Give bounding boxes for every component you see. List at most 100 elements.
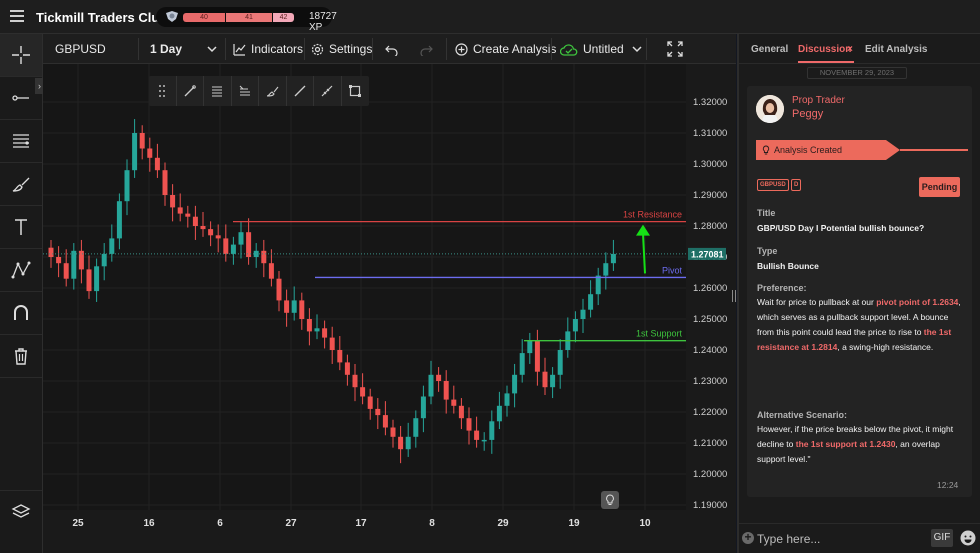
close-tab-icon[interactable]: ×	[847, 44, 853, 55]
avatar[interactable]	[756, 95, 784, 123]
analysis-title: GBP/USD Day I Potential bullish bounce?	[757, 223, 925, 233]
pattern-tool[interactable]	[0, 249, 42, 292]
candle-body	[550, 374, 556, 388]
candle-body	[154, 157, 160, 171]
candle-body	[238, 232, 244, 245]
candle-body	[413, 418, 419, 437]
type-label: Type	[757, 246, 778, 256]
brush-tool-icon[interactable]	[259, 76, 287, 106]
candle-body	[588, 294, 594, 310]
candle-body	[595, 275, 601, 295]
create-analysis-label: Create Analysis	[473, 42, 557, 56]
alternative-text: However, if the price breaks below the p…	[757, 422, 962, 467]
brush-icon	[12, 177, 30, 192]
candle-body	[489, 421, 495, 440]
create-analysis-button[interactable]: Create Analysis	[455, 34, 556, 64]
candle-body	[299, 300, 305, 319]
text-tool[interactable]	[0, 206, 42, 249]
tab-general[interactable]: General	[751, 44, 788, 55]
fib-tool[interactable]	[0, 120, 42, 163]
highlight-support: the 1st support at 1.2430	[795, 439, 896, 449]
drag-handle-icon[interactable]	[149, 76, 177, 106]
crosshair-tool[interactable]	[0, 34, 42, 77]
candle-body	[436, 374, 442, 381]
support-label: 1st Support	[636, 329, 683, 339]
lightbulb-icon[interactable]	[601, 491, 619, 509]
brush-tool[interactable]	[0, 163, 42, 206]
layers-icon	[11, 504, 31, 518]
line-tool-icon	[12, 95, 29, 101]
candle-body	[534, 340, 540, 372]
message-input[interactable]	[757, 530, 927, 548]
indicators-button[interactable]: Indicators	[233, 34, 303, 64]
menu-icon[interactable]	[10, 10, 24, 22]
tab-edit-analysis[interactable]: Edit Analysis	[865, 44, 927, 55]
candle-body	[291, 300, 297, 313]
redo-button[interactable]	[420, 34, 438, 64]
candle-body	[610, 253, 616, 264]
rectangle-tool-icon[interactable]	[342, 76, 369, 106]
candle-body	[420, 396, 426, 419]
candle-body	[101, 253, 107, 267]
indicators-icon	[233, 43, 246, 56]
gif-button[interactable]: GIF	[931, 529, 953, 547]
candle-body	[56, 257, 62, 264]
candle-body	[230, 244, 236, 254]
app-title: Tickmill Traders Club	[36, 10, 168, 25]
last-price-label: 1.27081	[691, 249, 724, 259]
lines-tool-icon[interactable]	[204, 76, 232, 106]
price-chart[interactable]: 1.32000 1.31000 1.30000 1.29000 1.28000 1.270…	[43, 64, 736, 553]
candle-body	[496, 405, 502, 422]
date-tick-label: 29	[497, 518, 509, 529]
price-tick-label: 1.29000	[693, 190, 727, 201]
xp-total: 18727 XP	[309, 11, 337, 33]
candle-body	[185, 213, 191, 217]
analysis-message: Prop Trader Peggy Analysis Created GBPUS…	[747, 86, 972, 497]
xp-progress[interactable]: 40 41 42 18727 XP	[156, 7, 337, 33]
interval-select[interactable]: 1 Day	[150, 34, 222, 64]
candle-body	[466, 418, 472, 431]
price-tick-label: 1.26000	[693, 283, 727, 294]
object-tree-button[interactable]	[0, 490, 42, 533]
highlight-pivot: pivot point of 1.2634	[876, 297, 959, 307]
attach-plus-icon[interactable]: +	[742, 531, 754, 544]
fullscreen-icon	[667, 41, 683, 57]
settings-button[interactable]: Settings	[311, 34, 372, 64]
layout-name: Untitled	[583, 42, 624, 56]
date-tick-label: 17	[355, 518, 367, 529]
candle-body	[246, 232, 252, 257]
message-time: 12:24	[937, 480, 959, 490]
candle-body	[519, 353, 525, 375]
tab-discussion[interactable]: Discussion	[798, 44, 851, 55]
measure-tool-icon[interactable]	[314, 76, 342, 106]
trend-line-tool[interactable]	[0, 77, 42, 120]
candle-body	[223, 238, 229, 254]
channel-tool-icon[interactable]	[232, 76, 259, 106]
text-segment: Wait for price to pullback at our	[757, 297, 877, 307]
candle-body	[443, 381, 449, 400]
candlestick-chart[interactable]: 1.32000 1.31000 1.30000 1.29000 1.28000 1.270…	[43, 64, 736, 553]
active-tab-indicator	[798, 61, 854, 63]
price-tick-label: 1.24000	[693, 345, 727, 356]
rank-badge-icon	[166, 11, 178, 22]
message-composer: + GIF	[739, 523, 980, 553]
undo-icon	[385, 45, 398, 56]
date-separator: NOVEMBER 29, 2023	[807, 67, 907, 79]
undo-button[interactable]	[385, 34, 403, 64]
level-segment: 40	[183, 13, 225, 22]
pencil-tool-icon[interactable]	[177, 76, 204, 106]
pivot-label: Pivot	[662, 265, 683, 275]
ray-tool-icon[interactable]	[287, 76, 314, 106]
status-badge[interactable]: Pending	[919, 177, 960, 197]
price-tick-label: 1.32000	[693, 97, 727, 108]
fullscreen-button[interactable]	[667, 34, 688, 64]
author-name[interactable]: Peggy	[792, 108, 823, 120]
candle-body	[367, 396, 373, 409]
emoji-icon[interactable]	[960, 530, 976, 546]
delete-drawings-button[interactable]	[0, 335, 42, 378]
magnet-tool[interactable]	[0, 292, 42, 335]
layout-select[interactable]: Untitled	[560, 34, 647, 64]
symbol-search[interactable]: GBPUSD	[55, 34, 106, 64]
candle-body	[124, 170, 130, 202]
panel-resize-handle[interactable]	[732, 290, 736, 302]
